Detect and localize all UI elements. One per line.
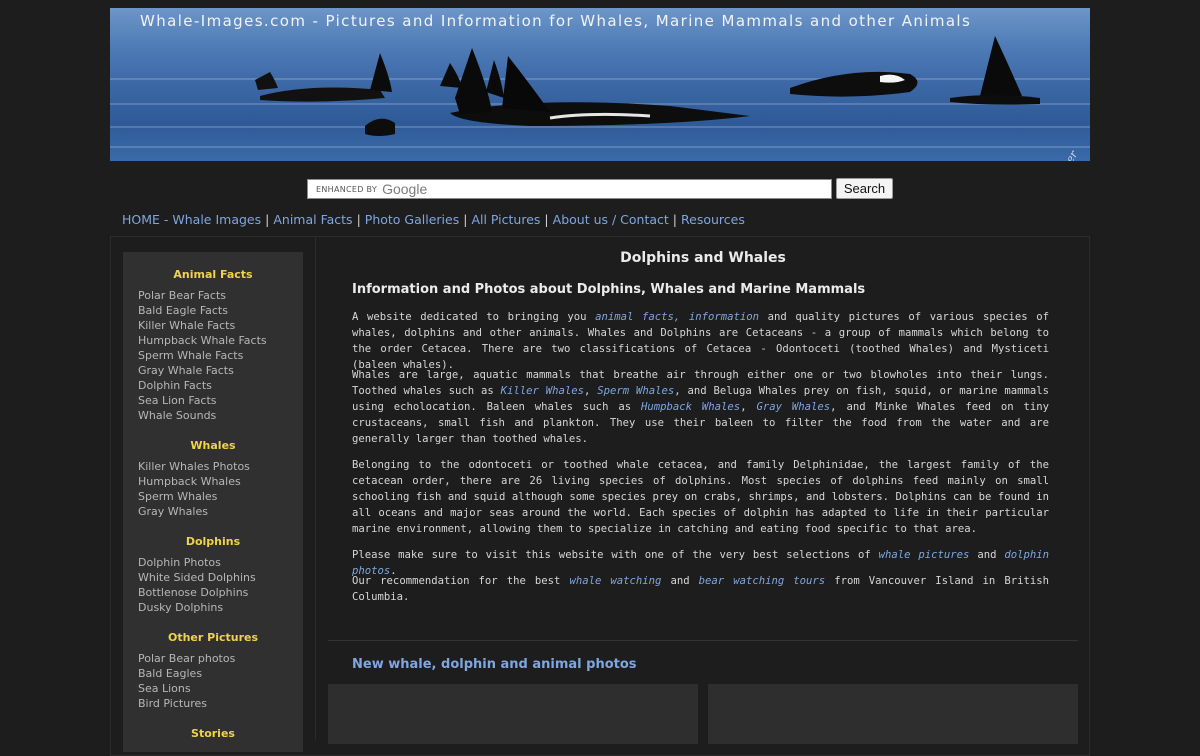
section-divider [328, 640, 1078, 641]
sidebar: Animal Facts Polar Bear Facts Bald Eagle… [123, 252, 303, 752]
sidebar-item-killer-whale-facts[interactable]: Killer Whale Facts [123, 318, 303, 333]
sidebar-item-white-sided-dolphins[interactable]: White Sided Dolphins [123, 570, 303, 585]
sidebar-heading-animal-facts: Animal Facts [173, 268, 253, 281]
site-title: Whale-Images.com - Pictures and Informat… [140, 12, 972, 30]
nav-separator: | [672, 212, 678, 227]
sidebar-item-gray-whale-facts[interactable]: Gray Whale Facts [123, 363, 303, 378]
text-run: , [740, 401, 757, 413]
top-navigation: HOME - Whale Images | Animal Facts | Photo G… [122, 212, 745, 227]
sidebar-item-bald-eagles[interactable]: Bald Eagles [123, 666, 303, 681]
whales-paragraph: Whales are large, aquatic mammals that b… [352, 367, 1049, 447]
sidebar-item-polar-bear-facts[interactable]: Polar Bear Facts [123, 288, 303, 303]
link-animal-facts[interactable]: animal facts, information [595, 311, 759, 323]
nav-about-contact[interactable]: About us / Contact [553, 212, 669, 227]
nav-all-pictures[interactable]: All Pictures [471, 212, 540, 227]
nav-separator: | [544, 212, 549, 227]
sidebar-item-sperm-whales[interactable]: Sperm Whales [123, 489, 303, 504]
sidebar-item-polar-bear-photos[interactable]: Polar Bear photos [123, 651, 303, 666]
nav-photo-galleries[interactable]: Photo Galleries [365, 212, 459, 227]
orca-pod-image [255, 36, 1040, 136]
sidebar-item-bird-pictures[interactable]: Bird Pictures [123, 696, 303, 711]
text-run: , [584, 385, 598, 397]
page-title: Dolphins and Whales [620, 250, 786, 266]
sidebar-item-dusky-dolphins[interactable]: Dusky Dolphins [123, 600, 303, 615]
sidebar-item-sea-lions[interactable]: Sea Lions [123, 681, 303, 696]
search-input[interactable]: ENHANCED BY Google [307, 179, 832, 199]
link-sperm-whales[interactable]: Sperm Whales [597, 385, 674, 397]
link-humpback-whales[interactable]: Humpback Whales [641, 401, 740, 413]
nav-separator: | [265, 212, 270, 227]
sidebar-item-killer-whales-photos[interactable]: Killer Whales Photos [123, 459, 303, 474]
sidebar-item-bald-eagle-facts[interactable]: Bald Eagle Facts [123, 303, 303, 318]
nav-home[interactable]: HOME - Whale Images [122, 212, 261, 227]
google-logo: Google [382, 180, 428, 197]
new-photos-heading: New whale, dolphin and animal photos [352, 657, 637, 672]
sidebar-item-dolphin-photos[interactable]: Dolphin Photos [123, 555, 303, 570]
sidebar-item-bottlenose-dolphins[interactable]: Bottlenose Dolphins [123, 585, 303, 600]
link-gray-whales[interactable]: Gray Whales [756, 401, 830, 413]
link-bear-watching-tours[interactable]: bear watching tours [699, 575, 826, 587]
sidebar-item-sperm-whale-facts[interactable]: Sperm Whale Facts [123, 348, 303, 363]
sidebar-item-sea-lion-facts[interactable]: Sea Lion Facts [123, 393, 303, 408]
sidebar-heading-other-pictures: Other Pictures [167, 631, 259, 644]
sidebar-heading-dolphins: Dolphins [185, 535, 241, 548]
nav-resources[interactable]: Resources [681, 212, 745, 227]
sidebar-item-whale-sounds[interactable]: Whale Sounds [123, 408, 303, 423]
header-banner: Whale-Images.com - Pictures and Informat… [110, 8, 1090, 161]
link-whale-pictures[interactable]: whale pictures [879, 549, 970, 561]
link-killer-whales[interactable]: Killer Whales [501, 385, 584, 397]
recommendation-paragraph: Our recommendation for the best whale wa… [352, 573, 1049, 605]
search-button[interactable]: Search [836, 178, 893, 199]
link-whale-watching[interactable]: whale watching [569, 575, 661, 587]
intro-paragraph: A website dedicated to bringing you anim… [352, 309, 1049, 373]
photo-card[interactable] [708, 684, 1078, 744]
photo-card[interactable] [328, 684, 698, 744]
sidebar-heading-whales: Whales [190, 439, 236, 452]
sidebar-item-humpback-whale-facts[interactable]: Humpback Whale Facts [123, 333, 303, 348]
text-run: Please make sure to visit this website w… [352, 549, 879, 561]
sidebar-item-humpback-whales[interactable]: Humpback Whales [123, 474, 303, 489]
sidebar-item-gray-whales[interactable]: Gray Whales [123, 504, 303, 519]
sidebar-heading-stories: Stories [191, 727, 235, 740]
dolphins-paragraph: Belonging to the odontoceti or toothed w… [352, 459, 1049, 535]
text-run: A website dedicated to bringing you [352, 311, 596, 323]
sidebar-item-dolphin-facts[interactable]: Dolphin Facts [123, 378, 303, 393]
nav-separator: | [356, 212, 361, 227]
nav-separator: | [463, 212, 468, 227]
text-run: and [661, 575, 699, 587]
column-divider [315, 237, 316, 740]
text-run: Our recommendation for the best [352, 575, 570, 587]
search-enhanced-label: ENHANCED BY [316, 184, 378, 194]
nav-animal-facts[interactable]: Animal Facts [273, 212, 352, 227]
page-subtitle: Information and Photos about Dolphins, W… [352, 282, 866, 297]
text-run: and [969, 549, 1005, 561]
